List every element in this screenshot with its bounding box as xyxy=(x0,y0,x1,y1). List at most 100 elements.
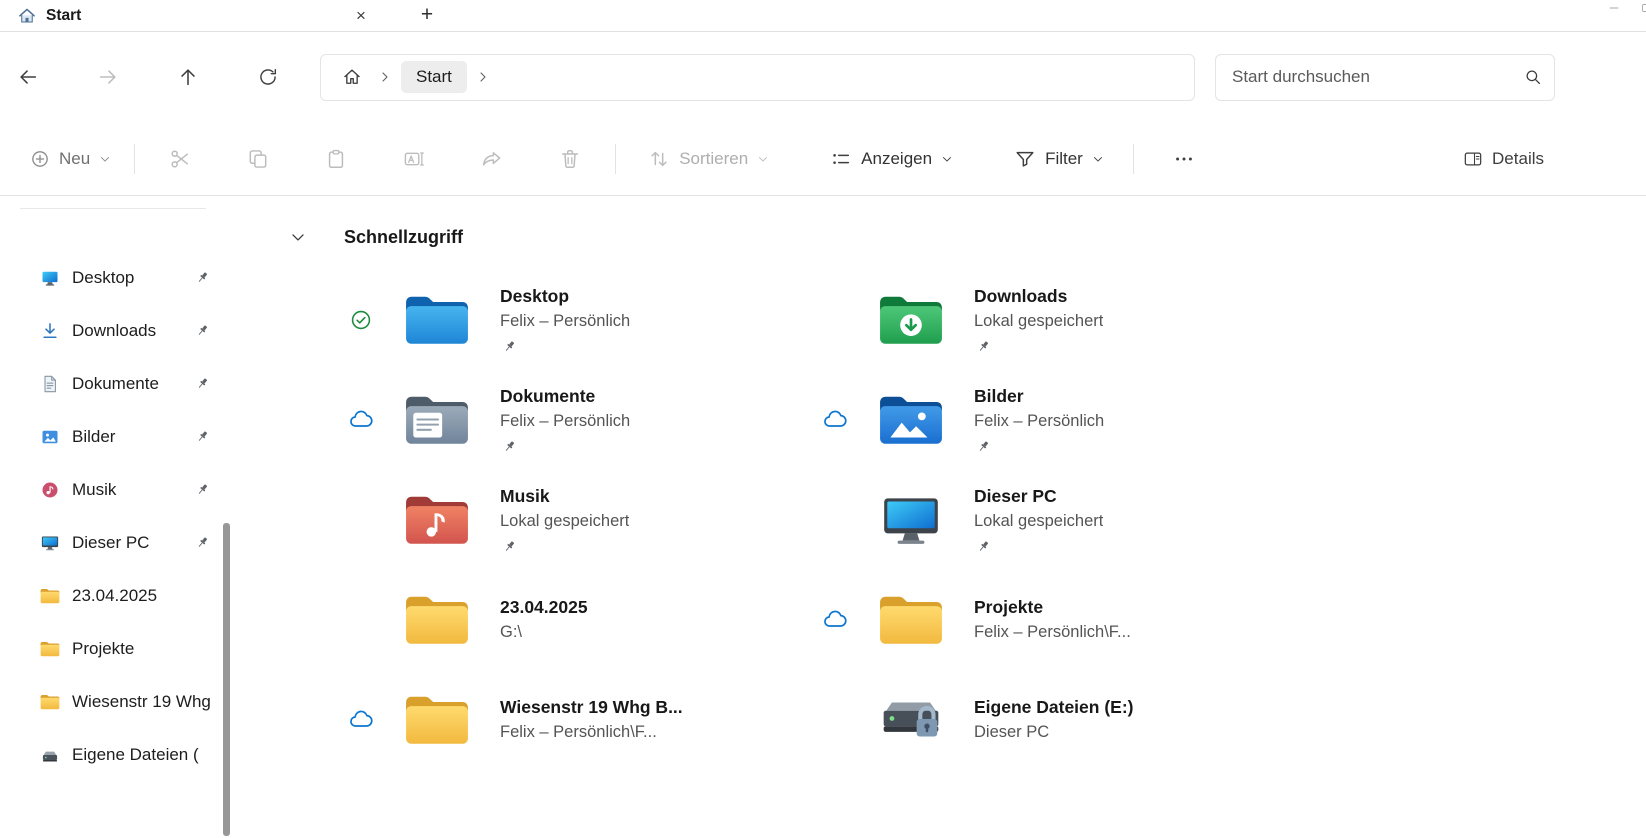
scrollbar-thumb[interactable] xyxy=(223,523,230,836)
sidebar-scrollbar[interactable] xyxy=(223,196,230,838)
share-button[interactable] xyxy=(457,137,527,181)
sidebar-item-musik[interactable]: Musik xyxy=(0,463,232,516)
item-subtitle: Lokal gespeichert xyxy=(974,512,1104,531)
sidebar-item-dokumente[interactable]: Dokumente xyxy=(0,357,232,410)
item-name: Desktop xyxy=(500,286,570,307)
forward-button[interactable] xyxy=(88,57,128,97)
new-button-label: Neu xyxy=(59,148,91,168)
music-icon xyxy=(40,480,60,500)
item-subtitle: Dieser PC xyxy=(974,723,1050,742)
delete-button[interactable] xyxy=(535,137,605,181)
pin-icon xyxy=(976,439,991,454)
details-button[interactable]: Details xyxy=(1451,140,1556,178)
view-options-icon xyxy=(830,148,852,170)
pin-icon xyxy=(976,539,991,554)
pin-icon xyxy=(502,439,517,454)
quick-access-item-dieser-pc[interactable]: Dieser PC Lokal gespeichert xyxy=(822,470,1296,570)
arrow-right-icon xyxy=(97,66,119,88)
cut-button[interactable] xyxy=(145,137,215,181)
sidebar-item-bilder[interactable]: Bilder xyxy=(0,410,232,463)
sidebar-item-downloads[interactable]: Downloads xyxy=(0,304,232,357)
home-icon xyxy=(342,67,362,87)
item-name: 23.04.2025 xyxy=(500,597,588,618)
pin-icon xyxy=(195,376,210,391)
breadcrumb-home-button[interactable] xyxy=(335,60,369,94)
close-tab-button[interactable]: × xyxy=(348,3,374,29)
chevron-right-icon[interactable] xyxy=(377,69,393,85)
item-text: Bilder Felix – Persönlich xyxy=(974,386,1104,454)
refresh-button[interactable] xyxy=(248,57,288,97)
view-button[interactable]: Anzeigen xyxy=(818,139,966,179)
sidebar-item-label: Eigene Dateien ( xyxy=(72,744,199,764)
quick-access-item-eigene-dateien[interactable]: Eigene Dateien (E:) Dieser PC xyxy=(822,670,1296,770)
chevron-right-icon[interactable] xyxy=(475,69,491,85)
up-button[interactable] xyxy=(168,57,208,97)
share-icon xyxy=(481,148,503,170)
folder-icon xyxy=(404,693,470,747)
paste-icon xyxy=(325,148,347,170)
item-name: Projekte xyxy=(974,597,1044,618)
more-options-button[interactable] xyxy=(1156,137,1212,181)
sidebar-item-wiesenstr[interactable]: Wiesenstr 19 Whg xyxy=(0,675,232,728)
sidebar-item-eigene-dateien[interactable]: Eigene Dateien ( xyxy=(0,728,232,781)
breadcrumb-item-start[interactable]: Start xyxy=(401,61,467,93)
maximize-icon[interactable] xyxy=(1640,2,1646,14)
new-tab-button[interactable]: + xyxy=(412,0,442,30)
item-text: Dokumente Felix – Persönlich xyxy=(500,386,630,454)
quick-access-item-dokumente[interactable]: Dokumente Felix – Persönlich xyxy=(348,370,822,470)
back-button[interactable] xyxy=(8,57,48,97)
desktop-icon xyxy=(40,268,60,288)
copy-button[interactable] xyxy=(223,137,293,181)
sidebar-item-label: Dieser PC xyxy=(72,532,150,552)
command-bar: Neu Sortieren Anzeigen Filter Details xyxy=(0,122,1646,196)
minimize-icon[interactable] xyxy=(1608,2,1620,14)
item-text: Projekte Felix – Persönlich\F... xyxy=(974,597,1131,643)
toolbar-divider xyxy=(1132,143,1134,174)
sort-button-label: Sortieren xyxy=(679,148,749,168)
quick-access-item-musik[interactable]: Musik Lokal gespeichert xyxy=(348,470,822,570)
item-name: Wiesenstr 19 Whg B... xyxy=(500,697,683,718)
address-bar[interactable]: Start xyxy=(320,53,1195,101)
search-box[interactable] xyxy=(1215,53,1555,101)
search-input[interactable] xyxy=(1232,67,1524,87)
rename-button[interactable] xyxy=(379,137,449,181)
sidebar-item-projekte[interactable]: Projekte xyxy=(0,622,232,675)
sort-button[interactable]: Sortieren xyxy=(636,139,782,179)
folder-documents-icon xyxy=(404,393,470,447)
items-view: Schnellzugriff Desktop Felix – Persönlic… xyxy=(232,196,1646,838)
toolbar-divider xyxy=(134,143,136,174)
folder-icon xyxy=(404,593,470,647)
quick-access-item-23-04-2025[interactable]: 23.04.2025 G:\ xyxy=(348,570,822,670)
tab-title: Start xyxy=(46,6,82,24)
refresh-icon xyxy=(258,67,278,87)
sidebar-item-23-04-2025[interactable]: 23.04.2025 xyxy=(0,569,232,622)
folder-icon xyxy=(40,586,60,606)
explorer-body: Desktop Downloads Dokumente Bilder Musik… xyxy=(0,196,1646,838)
sidebar-item-dieser-pc[interactable]: Dieser PC xyxy=(0,516,232,569)
pin-icon xyxy=(195,270,210,285)
item-text: 23.04.2025 G:\ xyxy=(500,597,588,643)
item-name: Downloads xyxy=(974,286,1068,307)
cloud-icon xyxy=(348,708,374,732)
chevron-down-icon[interactable] xyxy=(288,227,308,247)
arrow-up-icon xyxy=(177,66,199,88)
details-pane-icon xyxy=(1463,149,1483,169)
filter-button[interactable]: Filter xyxy=(1002,139,1117,179)
quick-access-item-bilder[interactable]: Bilder Felix – Persönlich xyxy=(822,370,1296,470)
paste-button[interactable] xyxy=(301,137,371,181)
sidebar-item-desktop[interactable]: Desktop xyxy=(0,251,232,304)
quick-access-item-desktop[interactable]: Desktop Felix – Persönlich xyxy=(348,270,822,370)
quick-access-item-downloads[interactable]: Downloads Lokal gespeichert xyxy=(822,270,1296,370)
quick-access-item-projekte[interactable]: Projekte Felix – Persönlich\F... xyxy=(822,570,1296,670)
chevron-down-icon xyxy=(940,152,954,166)
downloads-icon xyxy=(40,321,60,341)
item-text: Eigene Dateien (E:) Dieser PC xyxy=(974,697,1133,743)
item-text: Musik Lokal gespeichert xyxy=(500,486,629,554)
item-name: Dokumente xyxy=(500,386,596,407)
quick-access-section-header: Schnellzugriff xyxy=(288,222,1646,252)
view-button-label: Anzeigen xyxy=(861,148,933,168)
new-button[interactable]: Neu xyxy=(18,140,124,178)
arrow-left-icon xyxy=(17,66,39,88)
quick-access-item-wiesenstr[interactable]: Wiesenstr 19 Whg B... Felix – Persönlich… xyxy=(348,670,822,770)
tab-start[interactable]: Start × xyxy=(6,0,384,31)
